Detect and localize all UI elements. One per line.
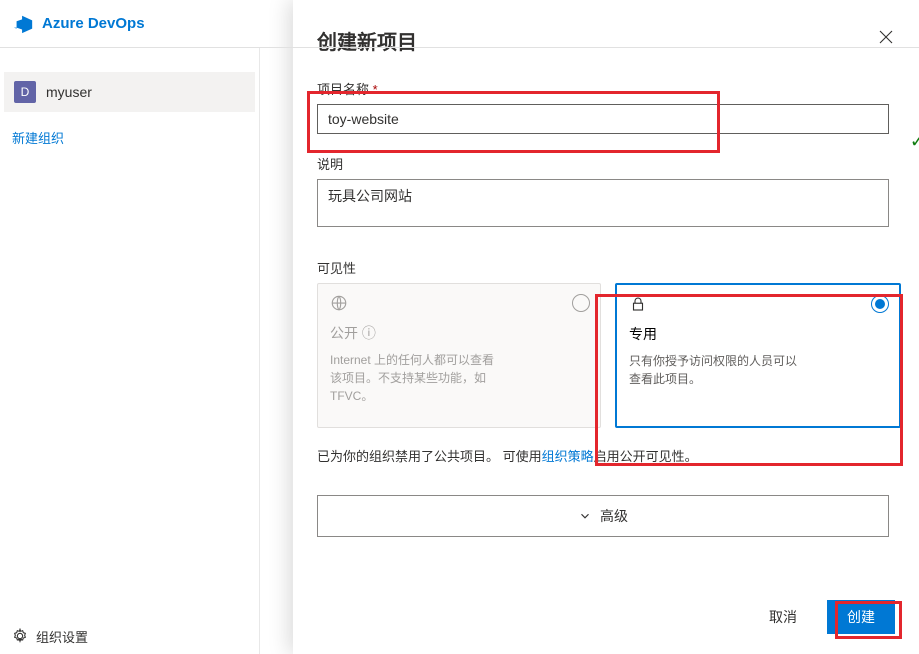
lock-icon — [629, 295, 647, 313]
public-title: 公开 ⓘ — [330, 323, 588, 343]
public-desc: Internet 上的任何人都可以查看该项目。不支持某些功能，如 TFVC。 — [330, 351, 500, 405]
visibility-options: 公开 ⓘ Internet 上的任何人都可以查看该项目。不支持某些功能，如 TF… — [317, 283, 901, 428]
visibility-public-card: 公开 ⓘ Internet 上的任何人都可以查看该项目。不支持某些功能，如 TF… — [317, 283, 601, 428]
org-settings-label: 组织设置 — [36, 627, 88, 646]
valid-check-icon: ✓ — [910, 131, 919, 152]
new-organization-link[interactable]: 新建组织 — [0, 128, 259, 147]
globe-icon — [330, 294, 348, 312]
advanced-toggle[interactable]: 高级 — [317, 495, 889, 537]
visibility-private-card[interactable]: 专用 只有你授予访问权限的人员可以查看此项目。 — [615, 283, 901, 428]
brand-name[interactable]: Azure DevOps — [42, 15, 145, 32]
org-settings-link[interactable]: 组织设置 — [0, 618, 88, 654]
description-input[interactable]: 玩具公司网站 — [317, 179, 889, 227]
top-bar: Azure DevOps — [0, 0, 919, 48]
project-name-label: 项目名称 * — [317, 79, 901, 98]
azure-devops-logo-icon — [12, 13, 34, 35]
public-policy-note: 已为你的组织禁用了公共项目。 可使用组织策略启用公开可见性。 — [317, 446, 901, 465]
private-desc: 只有你授予访问权限的人员可以查看此项目。 — [629, 352, 799, 388]
panel-footer: 取消 创建 — [757, 600, 895, 634]
create-button[interactable]: 创建 — [827, 600, 895, 634]
private-radio[interactable] — [871, 295, 889, 313]
create-project-panel: 创建新项目 项目名称 * ✓ 说明 玩具公司网站 可见性 公开 ⓘ Intern… — [293, 0, 919, 654]
public-radio — [572, 294, 590, 312]
gear-icon — [12, 628, 28, 644]
avatar: D — [14, 81, 36, 103]
chevron-down-icon — [578, 509, 592, 523]
project-name-input[interactable] — [317, 104, 889, 134]
org-policy-link[interactable]: 组织策略 — [542, 449, 594, 464]
cancel-button[interactable]: 取消 — [757, 601, 809, 633]
org-name: myuser — [46, 84, 92, 100]
description-label: 说明 — [317, 154, 901, 173]
info-icon: ⓘ — [362, 325, 376, 341]
visibility-label: 可见性 — [317, 258, 901, 277]
sidebar: D myuser 新建组织 — [0, 48, 260, 654]
sidebar-current-org[interactable]: D myuser — [4, 72, 255, 112]
private-title: 专用 — [629, 324, 887, 344]
